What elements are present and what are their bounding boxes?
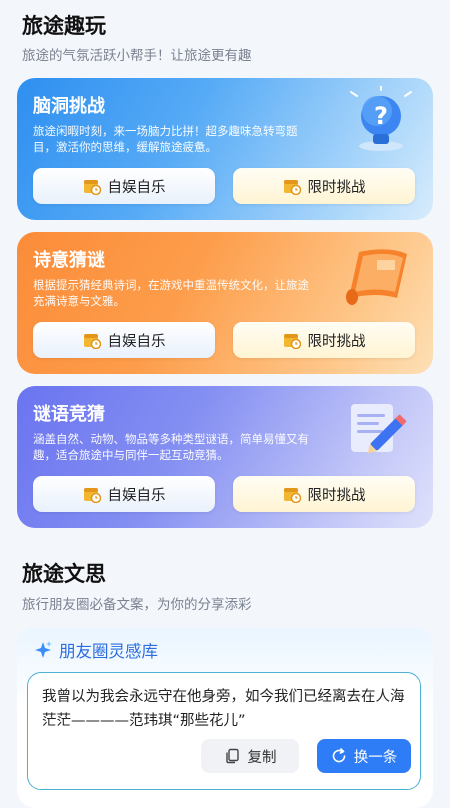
timed-challenge-button[interactable]: 限时挑战: [233, 322, 415, 358]
copy-icon: [225, 748, 239, 764]
calendar-clock-icon: [283, 488, 301, 503]
notepad-pencil-icon: [351, 404, 407, 454]
svg-text:?: ?: [374, 102, 388, 130]
timed-challenge-button[interactable]: 限时挑战: [233, 476, 415, 512]
timed-challenge-button[interactable]: 限时挑战: [233, 168, 415, 204]
quote-box: 我曾以为我会永远守在他身旁，如今我们已经离去在人海茫茫————范玮琪“那些花儿”…: [27, 672, 421, 790]
refresh-icon: [332, 748, 346, 763]
calendar-clock-icon: [283, 180, 301, 195]
timed-challenge-label: 限时挑战: [307, 487, 366, 504]
scroll-icon: [346, 249, 407, 305]
card-description: 涵盖自然、动物、物品等多种类型谜语，简单易懂又有趣，适合旅途中与同伴一起互动竞猜…: [33, 432, 309, 462]
copy-button[interactable]: 复制: [201, 739, 299, 773]
timed-challenge-label: 限时挑战: [307, 179, 366, 196]
quote-text: 我曾以为我会永远守在他身旁，如今我们已经离去在人海茫茫————范玮琪“那些花儿”: [42, 689, 405, 729]
musings-section-subtitle: 旅行朋友圈必备文案，为你的分享添彩: [22, 597, 252, 613]
card-title: 诗意猜谜: [33, 250, 105, 271]
calendar-clock-icon: [283, 334, 301, 349]
card-title: 脑洞挑战: [33, 96, 105, 117]
card-description: 根据提示猜经典诗词，在游戏中重温传统文化，让旅途充满诗意与文雅。: [33, 278, 309, 308]
brain-challenge-card[interactable]: 脑洞挑战 旅途闲暇时刻，来一场脑力比拼！超多趣味急转弯题目，激活你的思维，缓解旅…: [17, 78, 433, 220]
next-quote-label: 换一条: [353, 749, 398, 766]
moments-inspiration-card: 朋友圈灵感库 我曾以为我会永远守在他身旁，如今我们已经离去在人海茫茫————范玮…: [17, 628, 433, 808]
self-play-button[interactable]: 自娱自乐: [33, 322, 215, 358]
copy-label: 复制: [247, 749, 277, 766]
riddle-contest-card[interactable]: 谜语竞猜 涵盖自然、动物、物品等多种类型谜语，简单易懂又有趣，适合旅途中与同伴一…: [17, 386, 433, 528]
sparkle-icon: [35, 641, 52, 658]
card-description: 旅途闲暇时刻，来一场脑力比拼！超多趣味急转弯题目，激活你的思维，缓解旅途疲惫。: [33, 124, 298, 154]
calendar-clock-icon: [83, 488, 101, 503]
next-quote-button[interactable]: 换一条: [317, 739, 411, 773]
fun-section-subtitle: 旅途的气氛活跃小帮手！让旅途更有趣: [22, 48, 252, 64]
card-title: 谜语竞猜: [33, 404, 105, 425]
self-play-button[interactable]: 自娱自乐: [33, 168, 215, 204]
inspiration-library-title: 朋友圈灵感库: [59, 642, 158, 661]
fun-section-title: 旅途趣玩: [22, 14, 106, 38]
self-play-label: 自娱自乐: [107, 487, 166, 504]
calendar-clock-icon: [83, 334, 101, 349]
musings-section-title: 旅途文思: [22, 562, 106, 586]
lightbulb-question-icon: ?: [350, 86, 412, 151]
self-play-label: 自娱自乐: [107, 179, 166, 196]
self-play-label: 自娱自乐: [107, 333, 166, 350]
calendar-clock-icon: [83, 180, 101, 195]
timed-challenge-label: 限时挑战: [307, 333, 366, 350]
poem-riddle-card[interactable]: 诗意猜谜 根据提示猜经典诗词，在游戏中重温传统文化，让旅途充满诗意与文雅。 自娱…: [17, 232, 433, 374]
self-play-button[interactable]: 自娱自乐: [33, 476, 215, 512]
